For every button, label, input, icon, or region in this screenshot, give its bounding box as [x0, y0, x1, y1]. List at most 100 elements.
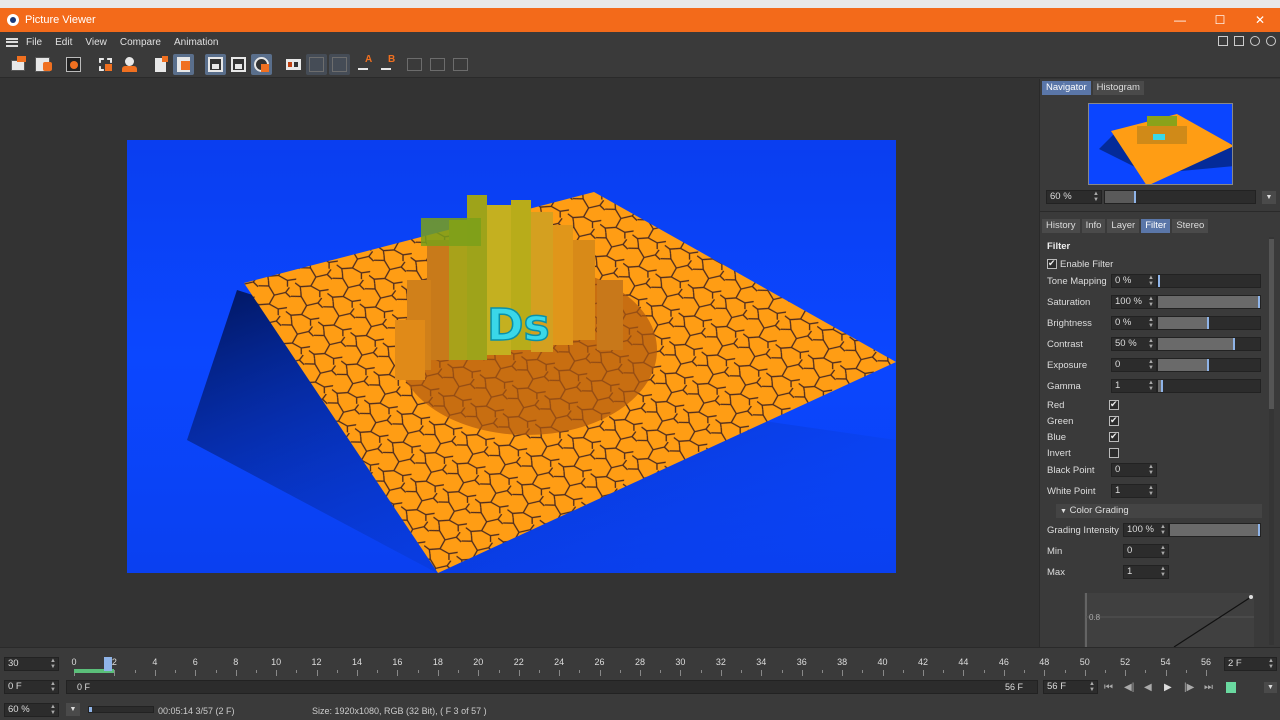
- exposure-field[interactable]: 0 ▲ ▼: [1111, 358, 1157, 372]
- menu-animation[interactable]: Animation: [174, 37, 218, 48]
- contrast-slider[interactable]: [1157, 337, 1261, 351]
- ab-compare-icon[interactable]: [283, 54, 304, 75]
- color-grading-header[interactable]: ▼ Color Grading: [1056, 504, 1262, 518]
- stepper-icon[interactable]: ▲ ▼: [1148, 464, 1154, 476]
- black-point-field[interactable]: 0 ▲ ▼: [1111, 463, 1157, 477]
- grading-intensity-field[interactable]: 100 % ▲ ▼: [1123, 523, 1169, 537]
- split-horizontal-icon[interactable]: [404, 54, 425, 75]
- green-channel-checkbox[interactable]: [1109, 415, 1119, 426]
- end-frame-field[interactable]: 56 F ▲ ▼: [1043, 680, 1098, 694]
- stepper-icon[interactable]: ▲ ▼: [1093, 191, 1099, 203]
- previous-frame-icon[interactable]: ◀|: [1124, 682, 1134, 693]
- delete-frames-icon[interactable]: [150, 54, 171, 75]
- chevron-down-icon[interactable]: ▼: [1262, 191, 1276, 204]
- swap-ab-icon[interactable]: [306, 54, 327, 75]
- stepper-icon[interactable]: ▲ ▼: [1160, 524, 1166, 536]
- panel-layout-icon[interactable]: [1218, 36, 1228, 46]
- go-to-end-icon[interactable]: ⏭: [1204, 682, 1213, 693]
- maximize-button[interactable]: ☐: [1200, 8, 1240, 32]
- next-frame-icon[interactable]: |▶: [1184, 682, 1194, 693]
- view-b-icon[interactable]: [228, 54, 249, 75]
- stepper-icon[interactable]: ▲ ▼: [1148, 317, 1154, 329]
- tab-filter[interactable]: Filter: [1141, 219, 1171, 233]
- grading-curve[interactable]: 0.8: [1084, 593, 1254, 647]
- invert-channel-checkbox[interactable]: [1109, 448, 1119, 458]
- view-compare-icon[interactable]: [251, 54, 272, 75]
- navigator-zoom-field[interactable]: 60 % ▲ ▼: [1046, 190, 1102, 204]
- tone-mapping-field[interactable]: 0 % ▲ ▼: [1111, 274, 1157, 288]
- image-viewport[interactable]: Ds: [0, 79, 1037, 647]
- layers-icon[interactable]: [173, 54, 194, 75]
- grading-intensity-slider[interactable]: [1169, 523, 1261, 537]
- enable-filter-checkbox[interactable]: [1047, 258, 1057, 269]
- tab-stereo[interactable]: Stereo: [1172, 219, 1209, 233]
- current-frame-field[interactable]: 2 F ▲ ▼: [1224, 657, 1277, 671]
- brightness-field[interactable]: 0 % ▲ ▼: [1111, 316, 1157, 330]
- stepper-icon[interactable]: ▲ ▼: [1148, 485, 1154, 497]
- stepper-icon[interactable]: ▲ ▼: [1160, 566, 1166, 578]
- tab-histogram[interactable]: Histogram: [1092, 81, 1144, 95]
- stepper-icon[interactable]: ▲ ▼: [50, 681, 56, 693]
- open-image-icon[interactable]: [8, 54, 29, 75]
- stepper-icon[interactable]: ▲ ▼: [1160, 545, 1166, 557]
- user-render-icon[interactable]: [119, 54, 140, 75]
- stepper-icon[interactable]: ▲ ▼: [1148, 359, 1154, 371]
- stepper-icon[interactable]: ▲ ▼: [1268, 658, 1274, 670]
- navigator-thumbnail[interactable]: [1088, 103, 1233, 185]
- set-a-icon[interactable]: A: [355, 54, 376, 75]
- tab-info[interactable]: Info: [1081, 219, 1106, 233]
- dock-panel-icon[interactable]: [1266, 36, 1276, 46]
- play-backward-icon[interactable]: ◀: [1144, 682, 1152, 693]
- menu-view[interactable]: View: [85, 37, 107, 48]
- fps-field[interactable]: 30 ▲ ▼: [4, 657, 59, 671]
- stop-render-icon[interactable]: [63, 54, 84, 75]
- grading-max-field[interactable]: 1 ▲ ▼: [1123, 565, 1169, 579]
- start-frame-field[interactable]: 0 F ▲ ▼: [4, 680, 59, 694]
- stepper-icon[interactable]: ▲ ▼: [1148, 380, 1154, 392]
- stepper-icon[interactable]: ▲ ▼: [50, 658, 56, 670]
- white-point-field[interactable]: 1 ▲ ▼: [1111, 484, 1157, 498]
- menu-file[interactable]: File: [26, 37, 42, 48]
- split-toggle-icon[interactable]: [450, 54, 471, 75]
- menu-compare[interactable]: Compare: [120, 37, 161, 48]
- go-to-start-icon[interactable]: ⏮: [1104, 682, 1113, 693]
- play-forward-icon[interactable]: ▶: [1164, 682, 1172, 693]
- gamma-field[interactable]: 1 ▲ ▼: [1111, 379, 1157, 393]
- stepper-icon[interactable]: ▲ ▼: [1089, 681, 1095, 693]
- chevron-down-icon[interactable]: ▼: [1264, 682, 1277, 693]
- stepper-icon[interactable]: ▲ ▼: [50, 704, 56, 716]
- crop-icon[interactable]: [95, 54, 116, 75]
- tone-mapping-slider[interactable]: [1157, 274, 1261, 288]
- menu-edit[interactable]: Edit: [55, 37, 72, 48]
- saturation-field[interactable]: 100 % ▲ ▼: [1111, 295, 1157, 309]
- playhead-marker[interactable]: [104, 657, 113, 671]
- tab-history[interactable]: History: [1042, 219, 1080, 233]
- view-a-icon[interactable]: [205, 54, 226, 75]
- new-panel-icon[interactable]: [1234, 36, 1244, 46]
- set-b-icon[interactable]: B: [378, 54, 399, 75]
- chevron-down-icon[interactable]: ▼: [66, 703, 80, 716]
- saturation-slider[interactable]: [1157, 295, 1261, 309]
- stepper-icon[interactable]: ▲ ▼: [1148, 296, 1154, 308]
- difference-icon[interactable]: [329, 54, 350, 75]
- record-keyframe-icon[interactable]: [1226, 682, 1236, 693]
- tab-navigator[interactable]: Navigator: [1042, 81, 1091, 95]
- close-button[interactable]: ✕: [1240, 8, 1280, 32]
- zoom-field[interactable]: 60 % ▲ ▼: [4, 703, 59, 717]
- red-channel-checkbox[interactable]: [1109, 399, 1119, 410]
- panel-scrollbar[interactable]: [1269, 237, 1274, 645]
- move-panel-icon[interactable]: [1250, 36, 1260, 46]
- exposure-slider[interactable]: [1157, 358, 1261, 372]
- stepper-icon[interactable]: ▲ ▼: [1148, 275, 1154, 287]
- grading-min-field[interactable]: 0 ▲ ▼: [1123, 544, 1169, 558]
- contrast-field[interactable]: 50 % ▲ ▼: [1111, 337, 1157, 351]
- gamma-slider[interactable]: [1157, 379, 1261, 393]
- navigator-zoom-slider[interactable]: [1104, 190, 1256, 204]
- tab-layer[interactable]: Layer: [1107, 219, 1140, 233]
- save-image-icon[interactable]: [32, 54, 53, 75]
- hamburger-menu-icon[interactable]: [6, 37, 18, 47]
- split-vertical-icon[interactable]: [427, 54, 448, 75]
- timeline-ruler[interactable]: 0 2 4 6 8 10 12 14 16 18 20 22 24 26 28 30 32 34 36 38 40 42 4…: [66, 648, 1222, 676]
- blue-channel-checkbox[interactable]: [1109, 431, 1119, 442]
- frame-range-bar[interactable]: 0 F 56 F: [66, 680, 1038, 694]
